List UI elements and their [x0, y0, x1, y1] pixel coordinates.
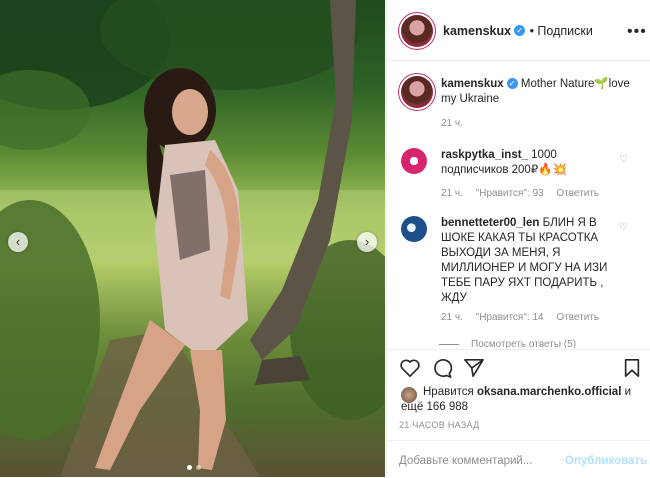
comment-time[interactable]: 21 ч.	[441, 188, 463, 199]
caption-username[interactable]: kamenskux	[441, 78, 504, 90]
commenter-avatar[interactable]	[401, 216, 427, 242]
likes-summary: Нравится oksana.marchenko.official и ещё…	[401, 385, 641, 415]
comment-input[interactable]: Добавьте комментарий...	[399, 455, 532, 467]
comment-item: raskpytka_inst_ 1000 подписчиков 200₽🔥💥	[441, 148, 621, 178]
caption-time[interactable]: 21 ч.	[441, 118, 463, 129]
add-comment-bar: Добавьте комментарий... Опубликовать	[387, 440, 650, 478]
previous-photo-arrow-icon[interactable]: ‹	[8, 232, 28, 252]
comment-item: bennetteter00_len БЛИН Я В ШОКЕ КАКАЯ ТЫ…	[441, 216, 617, 306]
like-comment-heart-icon[interactable]: ♡	[619, 222, 628, 233]
commenter-avatar[interactable]	[401, 148, 427, 174]
comment-likes[interactable]: "Нравится": 14	[476, 312, 544, 323]
comment-username[interactable]: raskpytka_inst_	[441, 149, 528, 161]
publish-button[interactable]: Опубликовать	[565, 455, 647, 467]
carousel-indicator	[187, 465, 201, 470]
verified-badge-icon: ✓	[506, 78, 518, 90]
reply-button[interactable]: Ответить	[556, 188, 599, 199]
save-bookmark-icon[interactable]	[623, 358, 641, 378]
like-comment-heart-icon[interactable]: ♡	[619, 154, 628, 165]
liker-username[interactable]: oksana.marchenko.official	[477, 386, 621, 398]
carousel-dot-active	[187, 465, 192, 470]
likes-prefix: Нравится	[423, 386, 474, 398]
more-options-icon[interactable]: •••	[627, 23, 647, 41]
view-replies-link[interactable]: Посмотреть ответы (5)	[439, 339, 576, 348]
caption: kamenskux ✓ Mother Nature🌱love my Ukraine	[441, 77, 637, 107]
comment-meta: 21 ч. "Нравится": 14 Ответить	[441, 312, 609, 323]
photo-illustration	[0, 0, 385, 477]
comment-time[interactable]: 21 ч.	[441, 312, 463, 323]
comment-username[interactable]: bennetteter00_len	[441, 217, 539, 229]
verified-badge-icon: ✓	[514, 25, 526, 37]
author-username[interactable]: kamenskux	[443, 24, 511, 38]
post-date[interactable]: 21 ЧАСОВ НАЗАД	[399, 420, 480, 430]
post-photo[interactable]: ‹ ›	[0, 0, 385, 477]
comment-meta: 21 ч. "Нравится": 93 Ответить	[441, 188, 609, 199]
next-photo-arrow-icon[interactable]: ›	[357, 232, 377, 252]
comment-text: БЛИН Я В ШОКЕ КАКАЯ ТЫ КРАСОТКА ВЫХОДИ З…	[441, 217, 608, 304]
comments-list: kamenskux ✓ Mother Nature🌱love my Ukraine…	[387, 61, 650, 348]
comment-likes[interactable]: "Нравится": 93	[476, 188, 544, 199]
reply-button[interactable]: Ответить	[556, 312, 599, 323]
post-details-panel: kamenskux ✓ • Подписки ••• kamenskux ✓ Mot…	[386, 0, 650, 477]
follow-status-button[interactable]: • Подписки	[530, 24, 593, 38]
comment-bubble-icon[interactable]	[431, 358, 453, 378]
carousel-dot	[196, 465, 201, 470]
caption-author-avatar[interactable]	[401, 76, 433, 108]
caption-meta: 21 ч.	[441, 118, 473, 129]
post-header: kamenskux ✓ • Подписки •••	[387, 0, 650, 61]
post-actions-bar	[387, 349, 650, 386]
author-avatar[interactable]	[401, 15, 433, 47]
like-heart-icon[interactable]	[399, 358, 421, 378]
share-send-icon[interactable]	[463, 358, 485, 378]
